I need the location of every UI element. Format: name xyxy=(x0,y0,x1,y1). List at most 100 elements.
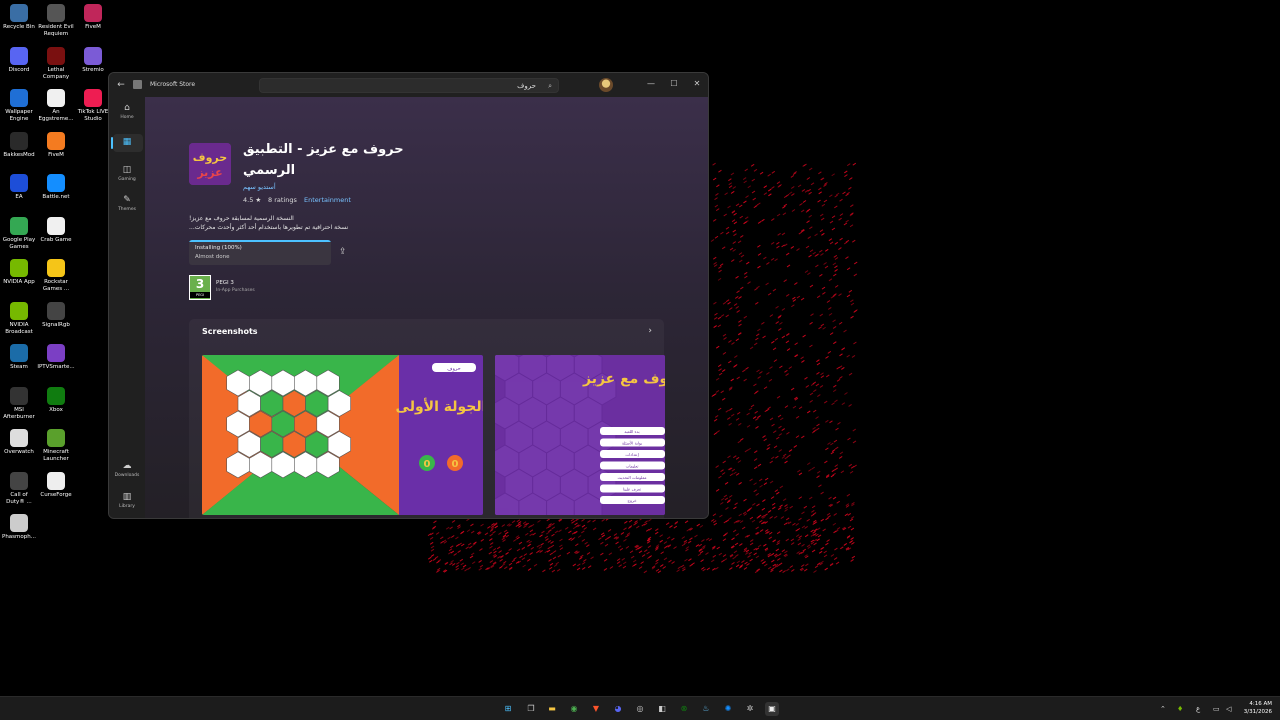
nav-gaming[interactable]: ◫ Gaming xyxy=(109,165,145,183)
description-line-2: نسخة احترافية تم تطويرها باستخدام أحد أك… xyxy=(189,224,349,231)
nav-downloads-label: Downloads xyxy=(114,473,140,478)
desktop-icon[interactable]: Rockstar Games ... xyxy=(37,259,75,293)
desktop-icon-label: Steam xyxy=(10,364,28,370)
desktop-icon-label: FiveM xyxy=(85,24,101,30)
volume-icon[interactable]: ◁ xyxy=(1226,702,1231,716)
desktop-icon[interactable]: An Eggstreme... xyxy=(37,89,75,123)
desktop-icon[interactable]: FiveM xyxy=(74,4,112,31)
account-avatar[interactable] xyxy=(599,78,613,92)
desktop-icon[interactable]: Recycle Bin xyxy=(0,4,38,31)
nvidia-tray-icon[interactable]: ♦ xyxy=(1177,702,1183,716)
nav-themes[interactable]: ✎ Themes xyxy=(109,195,145,213)
ratings-count[interactable]: 8 ratings xyxy=(268,196,297,205)
desktop-icon[interactable]: CurseForge xyxy=(37,471,75,499)
screenshot-2[interactable]: حروف مع عزيز بدء اللعبةبوابة الأسئلةإعدا… xyxy=(495,355,665,515)
app-icon: حروف عزيز xyxy=(189,143,231,185)
close-button[interactable]: ✕ xyxy=(687,77,707,91)
desktop-icon[interactable]: Wallpaper Engine xyxy=(0,89,38,123)
desktop-icon[interactable]: Discord xyxy=(0,46,38,74)
chrome-icon[interactable]: ◉ xyxy=(567,702,581,716)
desktop-icon-label: NVIDIA Broadcast xyxy=(5,321,33,335)
nav-library[interactable]: ▥ Library xyxy=(109,492,145,510)
screenshot-1[interactable]: حروف الجولة الأولى 0 0 xyxy=(202,355,483,515)
task-view-icon[interactable]: ❐ xyxy=(524,702,538,716)
category-link[interactable]: Entertainment xyxy=(304,196,351,205)
game-icon xyxy=(47,4,65,22)
desktop-icon-label: SignalRgb xyxy=(42,321,70,328)
share-icon[interactable]: ⇪ xyxy=(339,247,347,257)
desktop-icon-label: Lethal Company xyxy=(42,66,70,80)
chevron-right-icon[interactable]: › xyxy=(648,325,652,337)
desktop-icon[interactable]: IPTVSmarte... xyxy=(37,344,75,371)
steam-icon[interactable]: ♨ xyxy=(699,702,713,716)
install-progress-bar xyxy=(189,240,331,242)
desktop-icon[interactable]: EA xyxy=(0,174,38,201)
discord-icon[interactable]: ◕ xyxy=(611,702,625,716)
pegi-badge-label: PEGI xyxy=(190,292,210,298)
apps-icon: ▦ xyxy=(122,137,132,147)
install-substatus: Almost done xyxy=(195,254,230,260)
desktop-icon[interactable]: Xbox xyxy=(37,386,75,414)
desktop-icon[interactable]: Crab Game xyxy=(37,216,75,244)
battlenet-icon xyxy=(47,174,65,192)
desktop-icon[interactable]: Lethal Company xyxy=(37,46,75,81)
nav-apps[interactable]: ▦ xyxy=(109,137,145,148)
chevron-up-icon[interactable]: ⌃ xyxy=(1160,702,1166,716)
nav-home[interactable]: ⌂ Home xyxy=(109,103,145,121)
desktop-icon-label: Wallpaper Engine xyxy=(5,109,33,122)
settings-icon[interactable]: ✲ xyxy=(743,702,757,716)
store-taskbar-icon[interactable]: ▣ xyxy=(765,702,779,716)
desktop-icon[interactable]: Battle.net xyxy=(37,174,75,201)
desktop-icon[interactable]: Stremio xyxy=(74,46,112,74)
desktop-icon[interactable]: Google Play Games xyxy=(0,216,38,251)
desktop-icon[interactable]: TikTok LIVE Studio xyxy=(74,89,112,123)
app-logo-icon: حروف عزيز xyxy=(189,143,231,185)
desktop-icon[interactable]: MSI Afterburner xyxy=(0,386,38,421)
bakkesmod-icon xyxy=(10,131,28,150)
title-bar[interactable]: ← Microsoft Store حروف ⌕ — ☐ ✕ xyxy=(109,73,708,97)
screenshot-2-image: حروف مع عزيز بدء اللعبةبوابة الأسئلةإعدا… xyxy=(495,355,665,515)
nvidia-icon xyxy=(10,259,28,277)
language-indicator[interactable]: ع xyxy=(1196,702,1200,716)
desktop-icon[interactable]: Minecraft Launcher xyxy=(37,429,75,463)
search-input[interactable]: حروف ⌕ xyxy=(259,78,559,93)
pegi-subtitle: In-App Purchases xyxy=(216,288,255,293)
pegi-title: PEGI 3 xyxy=(216,280,234,286)
desktop-icon[interactable]: Steam xyxy=(0,344,38,371)
desktop-icon[interactable]: Phasmoph... xyxy=(0,514,38,541)
shot2-menu-label: تعرف علينا xyxy=(623,487,641,492)
start-icon[interactable]: ⊞ xyxy=(501,702,515,716)
desktop-icon[interactable]: SignalRgb xyxy=(37,301,75,329)
desktop-icon[interactable]: BakkesMod xyxy=(0,131,38,159)
desktop: Recycle Bin Resident Evil Requiem FiveM Dis… xyxy=(0,0,1280,720)
desktop-icon[interactable]: Overwatch xyxy=(0,429,38,456)
search-icon[interactable]: ⌕ xyxy=(548,81,552,91)
app-icon[interactable]: ◎ xyxy=(633,702,647,716)
nav-downloads[interactable]: ☁ Downloads xyxy=(109,461,145,479)
desktop-icon[interactable]: Resident Evil Requiem xyxy=(37,4,75,38)
desktop-icon[interactable]: NVIDIA Broadcast xyxy=(0,301,38,336)
desktop-icon-label: An Eggstreme... xyxy=(38,109,74,122)
app-name: حروف مع عزيز - التطبيق الرسمي xyxy=(243,142,404,178)
brave-icon[interactable]: ▼ xyxy=(589,702,603,716)
xbox-icon[interactable]: ⊗ xyxy=(677,702,691,716)
back-icon[interactable]: ← xyxy=(115,79,127,91)
desktop-icon-label: Google Play Games xyxy=(2,236,36,250)
fivem-icon xyxy=(84,4,102,22)
shot1-button: حروف xyxy=(447,366,460,372)
desktop-icon[interactable]: Call of Duty® ... xyxy=(0,471,38,506)
battlenet-icon[interactable]: ✺ xyxy=(721,702,735,716)
clock-date[interactable]: 3/31/2026 xyxy=(1244,708,1272,716)
store-nav: ⌂ Home ▦ ◫ Gaming ✎ Themes ☁ Downloads ▥… xyxy=(109,97,145,518)
desktop-icon[interactable]: NVIDIA App xyxy=(0,259,38,286)
file-explorer-icon[interactable]: ▬ xyxy=(545,702,559,716)
publisher-link[interactable]: أستديو سهم xyxy=(243,183,276,192)
minecraft-icon xyxy=(47,429,65,447)
desktop-icon[interactable]: FiveM xyxy=(37,131,75,159)
minimize-button[interactable]: — xyxy=(641,77,661,91)
network-icon[interactable]: ▭ xyxy=(1213,702,1220,716)
desktop-icon-label: EA xyxy=(15,194,23,200)
clock-time[interactable]: 4:16 AM xyxy=(1249,700,1272,708)
capture-icon[interactable]: ◧ xyxy=(655,702,669,716)
maximize-button[interactable]: ☐ xyxy=(664,77,684,91)
